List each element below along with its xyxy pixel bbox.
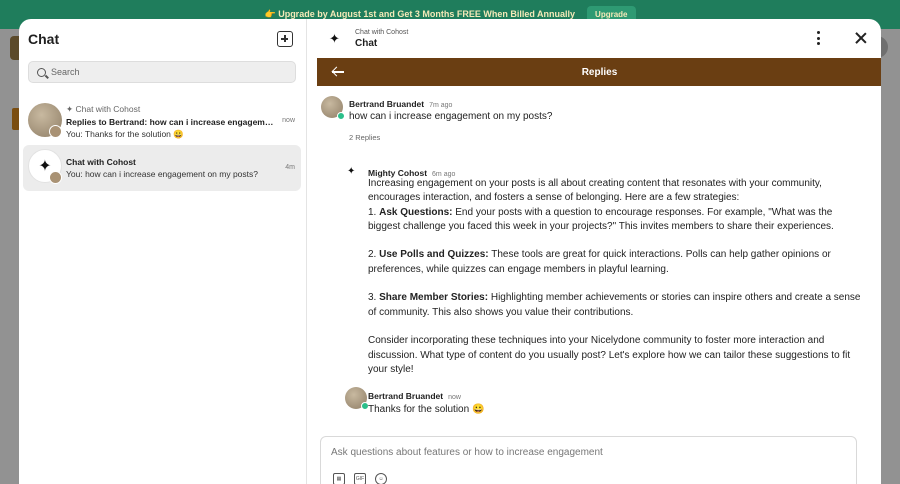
conversation-title: Replies to Bertrand: how can i increase … bbox=[66, 117, 278, 127]
image-upload-icon[interactable]: ▦ bbox=[333, 473, 345, 484]
ai-list-item: 2. Use Polls and Quizzes: These tools ar… bbox=[368, 249, 831, 275]
avatar-badge bbox=[49, 171, 62, 184]
message-text: Thanks for the solution 😀 bbox=[368, 404, 485, 415]
conversation-preview: You: Thanks for the solution 😀 bbox=[66, 129, 184, 139]
message-text: how can i increase engagement on my post… bbox=[349, 111, 553, 122]
back-arrow-icon[interactable] bbox=[331, 65, 345, 79]
more-options-icon[interactable] bbox=[817, 31, 821, 45]
chat-thread-panel: ✦ Chat with Cohost Chat Replies Bertrand… bbox=[307, 19, 881, 484]
message-input[interactable] bbox=[331, 447, 841, 458]
search-icon bbox=[37, 67, 46, 77]
conversation-context: ✦ Chat with Cohost bbox=[66, 104, 141, 114]
online-indicator bbox=[337, 112, 345, 120]
replies-bar: Replies bbox=[317, 58, 881, 86]
thread-header: ✦ Chat with Cohost Chat bbox=[307, 19, 881, 58]
replies-title: Replies bbox=[581, 66, 618, 78]
message-author: Bertrand Bruandet 7m ago bbox=[349, 99, 453, 109]
conversation-item[interactable]: ✦ Chat with Cohost You: how can i increa… bbox=[23, 145, 301, 191]
search-input[interactable] bbox=[51, 67, 281, 77]
conversation-time: now bbox=[282, 117, 295, 124]
replies-count: 2 Replies bbox=[349, 133, 381, 142]
avatar-badge bbox=[49, 125, 62, 138]
header-subtitle: Chat with Cohost bbox=[355, 28, 409, 36]
conversation-item[interactable]: ✦ Chat with Cohost Replies to Bertrand: … bbox=[23, 99, 301, 145]
search-box[interactable] bbox=[28, 61, 296, 83]
new-chat-icon[interactable] bbox=[277, 31, 293, 47]
ai-message-body: Increasing engagement on your posts is a… bbox=[368, 177, 863, 391]
conversation-preview: You: how can i increase engagement on my… bbox=[66, 169, 259, 179]
close-icon[interactable] bbox=[855, 32, 867, 44]
message-author: Bertrand Bruandet now bbox=[368, 391, 461, 401]
panel-title: Chat bbox=[28, 31, 60, 47]
gif-icon[interactable]: GIF bbox=[354, 473, 366, 484]
sparkle-icon: ✦ bbox=[347, 166, 356, 177]
sparkle-icon: ✦ bbox=[329, 30, 340, 46]
conversation-title: Chat with Cohost bbox=[66, 157, 136, 167]
message-time: now bbox=[448, 394, 461, 401]
ai-intro: Increasing engagement on your posts is a… bbox=[368, 178, 822, 204]
ai-list-item: 3. Share Member Stories: Highlighting me… bbox=[368, 292, 861, 318]
chat-modal: Chat ✦ Chat with Cohost Replies to Bertr… bbox=[19, 19, 881, 484]
header-title: Chat bbox=[355, 37, 378, 49]
ai-outro: Consider incorporating these techniques … bbox=[368, 335, 851, 375]
ai-list-item: 1. Ask Questions: End your posts with a … bbox=[368, 206, 834, 232]
conversation-list-header: Chat bbox=[19, 19, 306, 59]
message-composer: ▦ GIF ☺ bbox=[320, 436, 857, 484]
conversation-list-panel: Chat ✦ Chat with Cohost Replies to Bertr… bbox=[19, 19, 307, 484]
emoji-icon[interactable]: ☺ bbox=[375, 473, 387, 484]
conversation-time: 4m bbox=[285, 164, 295, 171]
message-time: 7m ago bbox=[429, 102, 453, 109]
